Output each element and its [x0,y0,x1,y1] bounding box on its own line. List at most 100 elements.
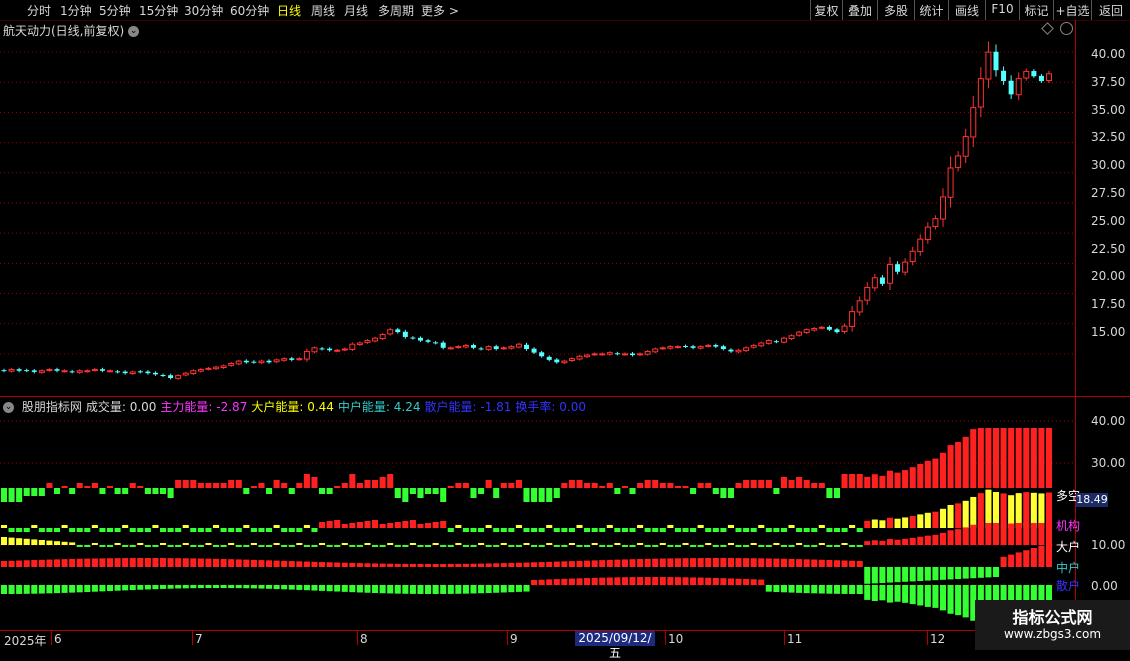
bar-medium [16,560,23,567]
x-axis-tick [784,631,785,645]
bar-medium [402,563,409,567]
indicator-chart[interactable] [0,397,1075,630]
bar-large [1038,523,1045,545]
bar-longshort [0,488,8,502]
bar-longshort [61,486,68,488]
bar-large [326,545,333,547]
bar-medium [803,559,810,567]
candle [803,328,810,334]
bar-medium [341,562,348,567]
bar-large [939,532,947,545]
bar-institution [788,525,795,528]
candle [546,355,552,362]
bar-medium [250,559,257,567]
bar-large [864,541,871,545]
bar-large [8,537,15,545]
period-tab[interactable]: 1分钟 [60,2,92,19]
bar-large [750,543,757,545]
bar-longshort [288,488,295,494]
period-tab[interactable]: 月线 [344,2,368,19]
bar-large [977,523,984,545]
candle [614,351,620,356]
bar-medium [841,560,848,567]
bar-longshort [894,472,901,488]
bar-retail [803,585,810,594]
bar-retail [197,585,204,589]
bar-retail [886,585,894,603]
bar-retail [606,577,613,585]
bar-medium [879,567,886,583]
bar-medium [599,560,606,567]
bar-longshort [500,483,507,488]
bar-medium [576,560,583,567]
bar-retail [122,585,129,591]
candle [478,346,484,351]
candle [462,343,469,349]
bar-institution [455,525,462,528]
bar-longshort [932,458,939,488]
bar-medium [122,558,129,567]
bar-large [493,545,500,547]
value-badge: 18.49 [1076,493,1108,507]
toolbar-button[interactable]: 返回 [1091,0,1130,20]
bar-institution [947,504,954,528]
period-tab[interactable]: 分时 [27,2,51,19]
candle [372,336,379,343]
bar-institution [962,500,969,528]
price-chart[interactable] [0,20,1075,396]
period-tab[interactable]: 5分钟 [99,2,131,19]
bar-retail [349,585,356,593]
bar-institution [493,528,500,532]
bar-longshort [864,476,871,488]
period-tab[interactable]: 30分钟 [184,2,223,19]
price-tick-label: 17.50 [1091,297,1126,312]
toolbar-button[interactable]: 统计 [914,0,948,20]
candle [160,373,166,378]
candle [683,344,689,349]
toolbar-button[interactable]: 复权 [810,0,842,20]
toolbar-button[interactable]: F10 [985,0,1019,20]
bar-medium [924,567,931,581]
bar-institution [508,528,515,532]
period-tab[interactable]: 多周期 [378,2,414,19]
bar-large [281,545,288,547]
bar-large [1000,523,1007,545]
bar-institution [955,503,962,528]
bar-medium [826,559,833,567]
candle [1001,66,1007,85]
bar-medium [508,562,515,567]
bar-longshort [659,483,666,488]
period-tab[interactable]: 15分钟 [139,2,178,19]
bar-medium [682,558,689,567]
bar-longshort [599,486,606,488]
bar-longshort [16,488,23,502]
toolbar-button[interactable]: 画线 [948,0,985,20]
period-tab[interactable]: 60分钟 [230,2,269,19]
bar-large [485,545,492,547]
candle [554,358,560,364]
candle [213,365,220,371]
bar-longshort [220,483,227,488]
bar-medium [584,560,591,567]
bar-institution [334,520,341,528]
period-tab[interactable]: 周线 [311,2,335,19]
period-tab[interactable]: 更多 > [421,2,459,19]
candle [266,359,272,364]
toolbar-button[interactable]: 多股 [877,0,914,20]
candle [568,357,575,362]
bar-large [553,545,560,547]
bar-longshort [902,470,909,488]
toolbar-button[interactable]: +自选 [1053,0,1091,20]
bar-institution [849,525,856,528]
toolbar-button[interactable]: 标记 [1019,0,1053,20]
bar-retail [659,577,666,585]
bar-large [818,543,825,545]
price-tick-label: 25.00 [1091,213,1126,228]
candle [955,151,962,172]
period-tab[interactable]: 日线 [277,2,301,19]
bar-medium [947,567,954,580]
toolbar-button[interactable]: 叠加 [842,0,877,20]
bar-retail [228,585,235,589]
bar-longshort [69,488,76,494]
bar-medium [470,563,477,567]
